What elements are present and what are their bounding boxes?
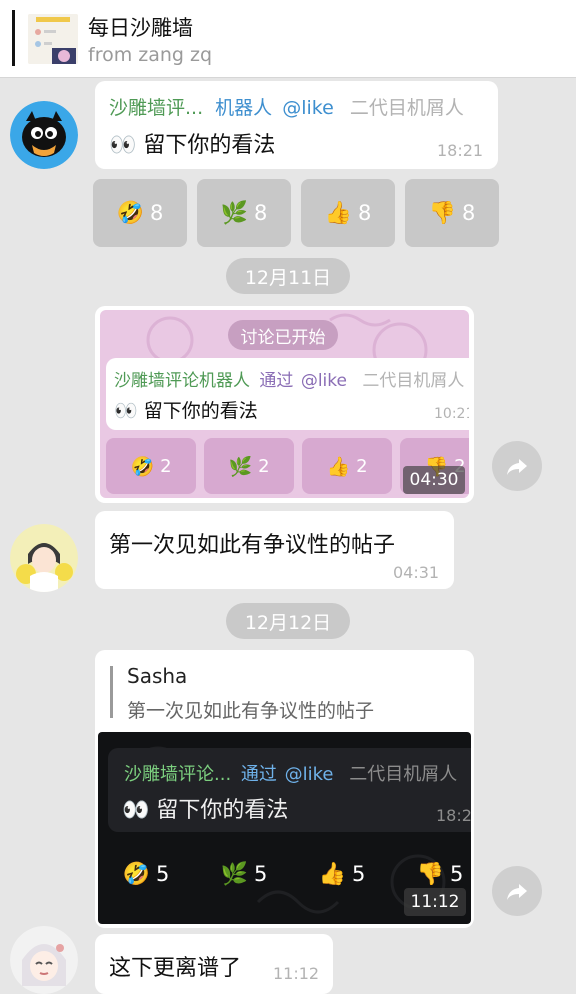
- admin-badge: 二代目机屑人: [349, 97, 464, 119]
- message-text: 👀 留下你的看法: [109, 133, 276, 158]
- message-bubble[interactable]: 第一次见如此有争议性的帖子 04:31: [95, 511, 454, 589]
- reaction-button[interactable]: 👍 8: [301, 179, 395, 247]
- reaction-button[interactable]: 🌿 8: [197, 179, 291, 247]
- reaction-button: 👍 2: [302, 438, 392, 494]
- reaction-button: 👍 5: [318, 861, 366, 887]
- message-text: 第一次见如此有争议性的帖子: [109, 533, 396, 558]
- eyes-emoji: 👀: [109, 133, 137, 158]
- reply-bar: [110, 666, 113, 718]
- reaction-button[interactable]: 🤣 8: [93, 179, 187, 247]
- inner-sender-line: 沙雕墙评论... 通过 @like 二代目机屑人: [124, 764, 458, 785]
- message-time: 11:12: [273, 964, 320, 983]
- image-message[interactable]: 讨论已开始 沙雕墙评论机器人 通过 @like 二代目机屑人 👀 留下你的看法 …: [95, 306, 474, 503]
- channel-thumbnail[interactable]: [28, 14, 78, 64]
- image-message[interactable]: Sasha 第一次见如此有争议性的帖子 沙雕墙评论... 通过 @like 二代…: [95, 650, 474, 928]
- screenshot-image: 讨论已开始 沙雕墙评论机器人 通过 @like 二代目机屑人 👀 留下你的看法 …: [100, 310, 469, 498]
- inner-message-text: 👀 留下你的看法: [114, 400, 258, 422]
- bot-avatar[interactable]: [10, 101, 78, 169]
- reaction-button: 🌿 2: [204, 438, 294, 494]
- chat-header: 每日沙雕墙 from zang zq: [0, 0, 576, 78]
- inner-sender-line: 沙雕墙评论机器人 通过 @like 二代目机屑人: [114, 371, 465, 391]
- discussion-started-pill: 讨论已开始: [228, 320, 338, 350]
- message-bubble[interactable]: 沙雕墙评... 机器人 @like 二代目机屑人 👀 留下你的看法 18:21: [95, 81, 498, 169]
- share-icon: [507, 459, 527, 475]
- date-separator: 12月12日: [226, 603, 350, 639]
- chat-subtitle: from zang zq: [88, 44, 213, 66]
- reply-sender[interactable]: Sasha: [127, 664, 187, 688]
- header-left-bar: [12, 10, 15, 66]
- reaction-button: 🌿 5: [220, 861, 268, 887]
- message-text: 这下更离谱了: [109, 956, 242, 981]
- reaction-button: 🤣 5: [122, 861, 170, 887]
- screenshot-image: 沙雕墙评论... 通过 @like 二代目机屑人 👀 留下你的看法 18:2 🤣…: [98, 732, 471, 924]
- inner-message-bubble: 沙雕墙评论机器人 通过 @like 二代目机屑人 👀 留下你的看法 10:21: [106, 358, 469, 430]
- user-avatar[interactable]: [10, 524, 78, 592]
- share-icon: [507, 884, 527, 900]
- date-separator: 12月11日: [226, 258, 350, 294]
- reaction-button: 🤣 2: [106, 438, 196, 494]
- message-time: 18:21: [437, 141, 484, 160]
- chat-title: 每日沙雕墙: [88, 16, 193, 40]
- share-button[interactable]: [492, 866, 542, 916]
- inner-message-text: 👀 留下你的看法: [122, 798, 289, 823]
- reply-text[interactable]: 第一次见如此有争议性的帖子: [127, 696, 374, 723]
- image-time: 11:12: [404, 888, 466, 916]
- sender-line: 沙雕墙评... 机器人 @like 二代目机屑人: [109, 93, 489, 120]
- user-avatar[interactable]: [10, 926, 78, 994]
- reaction-button[interactable]: 👎 8: [405, 179, 499, 247]
- inner-message-bubble: 沙雕墙评论... 通过 @like 二代目机屑人 👀 留下你的看法 18:2: [108, 748, 471, 832]
- message-time: 04:31: [393, 563, 440, 582]
- bot-label: 机器人: [215, 97, 273, 119]
- sender-name[interactable]: 沙雕墙评...: [109, 97, 203, 119]
- message-bubble[interactable]: 这下更离谱了 11:12: [95, 934, 333, 994]
- via-bot-link[interactable]: @like: [282, 97, 334, 119]
- share-button[interactable]: [492, 441, 542, 491]
- image-time: 04:30: [403, 466, 465, 494]
